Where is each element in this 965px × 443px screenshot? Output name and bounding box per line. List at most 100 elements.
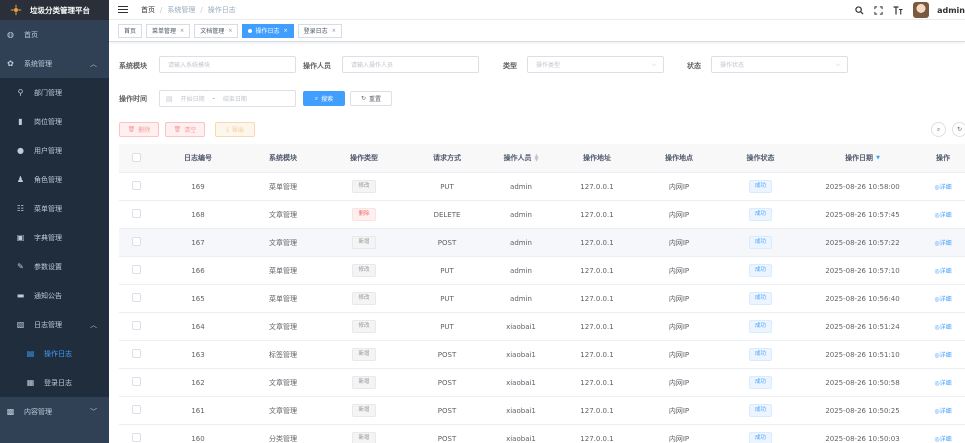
detail-link[interactable]: 详细 <box>940 268 952 275</box>
cell-action[interactable]: ◎详细 <box>921 406 965 415</box>
row-checkbox[interactable] <box>131 321 141 330</box>
table-row[interactable]: 169 菜单管理 修改 PUT admin 127.0.0.1 内网IP 成功 2025-08-… <box>119 173 965 201</box>
cell-action[interactable]: ◎详细 <box>921 238 965 247</box>
table-row[interactable]: 163 标签管理 新增 POST xiaobai1 127.0.0.1 内网IP 成功 2025… <box>119 341 965 369</box>
search-icon[interactable] <box>855 5 864 15</box>
detail-link[interactable]: 详细 <box>940 324 952 331</box>
tag-item[interactable]: 菜单管理 × <box>146 23 191 38</box>
table-row[interactable]: 167 文章管理 新增 POST admin 127.0.0.1 内网IP 成功 2025-08… <box>119 229 965 257</box>
col-header-operator[interactable]: 操作人员 ▲ ▼ <box>489 153 553 163</box>
sidebar-item[interactable]: ▣ 字典管理 <box>0 223 109 252</box>
detail-link[interactable]: 详细 <box>940 184 952 191</box>
sort-icon[interactable]: ▲ ▼ <box>535 154 539 163</box>
end-date[interactable]: 结束日期 <box>223 94 247 103</box>
detail-link[interactable]: 详细 <box>940 240 952 247</box>
row-checkbox[interactable] <box>131 265 141 274</box>
sidebar-item[interactable]: ☷ 菜单管理 <box>0 194 109 223</box>
sidebar-item[interactable]: ▧ 日志管理 ︿ <box>0 310 109 339</box>
row-checkbox[interactable] <box>131 349 141 358</box>
table-row[interactable]: 166 菜单管理 修改 PUT admin 127.0.0.1 内网IP 成功 2025-08-… <box>119 257 965 285</box>
module-input[interactable]: 请输入系统模块 <box>159 56 296 73</box>
row-checkbox[interactable] <box>131 405 141 414</box>
type-select[interactable]: 操作类型 ⌵ <box>527 56 664 73</box>
refresh-button[interactable]: ↻ <box>952 122 965 137</box>
status-select[interactable]: 操作状态 ⌵ <box>711 56 848 73</box>
export-button[interactable]: ⤓ 导出 <box>215 122 255 137</box>
cell-action[interactable]: ◎详细 <box>921 322 965 331</box>
row-checkbox[interactable] <box>131 377 141 386</box>
breadcrumb-home[interactable]: 首页 <box>141 5 155 15</box>
table-row[interactable]: 161 文章管理 新增 POST xiaobai1 127.0.0.1 内网IP 成功 2025… <box>119 397 965 425</box>
search-button[interactable]: ⌕ 搜索 <box>303 91 345 106</box>
cell-action[interactable]: ◎详细 <box>921 378 965 387</box>
cell-action[interactable]: ◎详细 <box>921 294 965 303</box>
sidebar-item[interactable]: ✿ 系统管理 ︿ <box>0 49 109 78</box>
delete-button[interactable]: 🗑︎ 删除 <box>119 122 159 137</box>
sort-desc-icon[interactable]: ▼ <box>876 156 880 161</box>
sidebar-item[interactable]: ▩ 内容管理 ﹀ <box>0 397 109 426</box>
username[interactable]: admin <box>937 6 965 15</box>
table-row[interactable]: 162 文章管理 新增 POST xiaobai1 127.0.0.1 内网IP 成功 2025… <box>119 369 965 397</box>
start-date[interactable]: 开始日期 <box>181 94 205 103</box>
log-table: 日志编号 系统模块 操作类型 请求方式 操作人员 ▲ ▼ 操作地址 操作地点 操作状… <box>119 144 965 443</box>
row-checkbox[interactable] <box>131 293 141 302</box>
table-row[interactable]: 165 菜单管理 修改 PUT admin 127.0.0.1 内网IP 成功 2025-08-… <box>119 285 965 313</box>
reset-button[interactable]: ↻ 重置 <box>350 91 392 106</box>
sidebar-menu: ◍ 首页 ✿ 系统管理 ︿ ⚲ 部门管理 ▮ 岗位管理 ● 用户管理 ♟ 角色管理 ☷ 菜单管理 ▣ 字典管理 ✎… <box>0 20 109 426</box>
detail-link[interactable]: 详细 <box>940 212 952 219</box>
row-checkbox[interactable] <box>131 181 141 190</box>
fullscreen-icon[interactable] <box>874 5 883 15</box>
hamburger-icon[interactable] <box>118 5 128 14</box>
cell-module: 文章管理 <box>269 322 297 331</box>
cell-action[interactable]: ◎详细 <box>921 266 965 275</box>
sidebar-item-label: 菜单管理 <box>34 204 62 213</box>
cell-action[interactable]: ◎详细 <box>921 182 965 191</box>
detail-link[interactable]: 详细 <box>940 352 952 359</box>
cell-action[interactable]: ◎详细 <box>921 210 965 219</box>
cell-date: 2025-08-26 10:56:40 <box>825 294 900 303</box>
close-icon[interactable]: × <box>180 28 184 34</box>
table-row[interactable]: 168 文章管理 删除 DELETE admin 127.0.0.1 内网IP 成功 2025-… <box>119 201 965 229</box>
cell-action[interactable]: ◎详细 <box>921 350 965 359</box>
sidebar-item[interactable]: ✎ 参数设置 <box>0 252 109 281</box>
sidebar-item[interactable]: ◍ 首页 <box>0 20 109 49</box>
clear-button[interactable]: 🗑︎ 清空 <box>165 122 205 137</box>
col-header-date[interactable]: 操作日期 ▼ <box>804 153 921 163</box>
avatar[interactable] <box>913 2 930 18</box>
font-size-icon[interactable] <box>893 5 903 15</box>
sidebar-item[interactable]: ⚲ 部门管理 <box>0 78 109 107</box>
detail-link[interactable]: 详细 <box>940 380 952 387</box>
close-icon[interactable]: × <box>228 28 232 34</box>
table-row[interactable]: 164 文章管理 修改 PUT xiaobai1 127.0.0.1 内网IP 成功 2025-… <box>119 313 965 341</box>
operator-input[interactable]: 请输入操作人员 <box>342 56 479 73</box>
sidebar-item[interactable]: ● 用户管理 <box>0 136 109 165</box>
toggle-search-button[interactable]: ⌕ <box>931 122 946 137</box>
type-badge: 新增 <box>352 404 376 417</box>
sidebar-item[interactable]: ▮ 岗位管理 <box>0 107 109 136</box>
cell-status: 成功 <box>717 264 804 277</box>
post-icon: ▮ <box>18 117 23 126</box>
close-icon[interactable]: × <box>283 28 287 34</box>
detail-link[interactable]: 详细 <box>940 436 952 443</box>
select-all-checkbox[interactable] <box>131 152 141 162</box>
sidebar-item[interactable]: ▦ 登录日志 <box>0 368 109 397</box>
sidebar-item[interactable]: ▤ 操作日志 <box>0 339 109 368</box>
tag-item[interactable]: 首页 <box>118 23 143 38</box>
detail-link[interactable]: 详细 <box>940 408 952 415</box>
sidebar-item[interactable]: ♟ 角色管理 <box>0 165 109 194</box>
cell-method: PUT <box>440 322 454 331</box>
row-checkbox[interactable] <box>131 433 141 442</box>
tag-item[interactable]: 登录日志 × <box>297 23 342 38</box>
row-checkbox[interactable] <box>131 209 141 218</box>
sidebar-logo[interactable]: 垃圾分类管理平台 <box>0 0 109 20</box>
table-row[interactable]: 160 分类管理 新增 POST xiaobai1 127.0.0.1 内网IP 成功 2025… <box>119 425 965 443</box>
tag-item[interactable]: 操作日志 × <box>242 23 294 38</box>
sidebar-item[interactable]: ▬ 通知公告 <box>0 281 109 310</box>
date-range-picker[interactable]: ▤ 开始日期 - 结束日期 <box>159 90 296 107</box>
close-icon[interactable]: × <box>332 28 336 34</box>
row-checkbox[interactable] <box>131 237 141 246</box>
cell-action[interactable]: ◎详细 <box>921 434 965 443</box>
detail-link[interactable]: 详细 <box>940 296 952 303</box>
tree-table-icon: ☷ <box>16 204 25 213</box>
tag-item[interactable]: 文档管理 × <box>194 23 239 38</box>
